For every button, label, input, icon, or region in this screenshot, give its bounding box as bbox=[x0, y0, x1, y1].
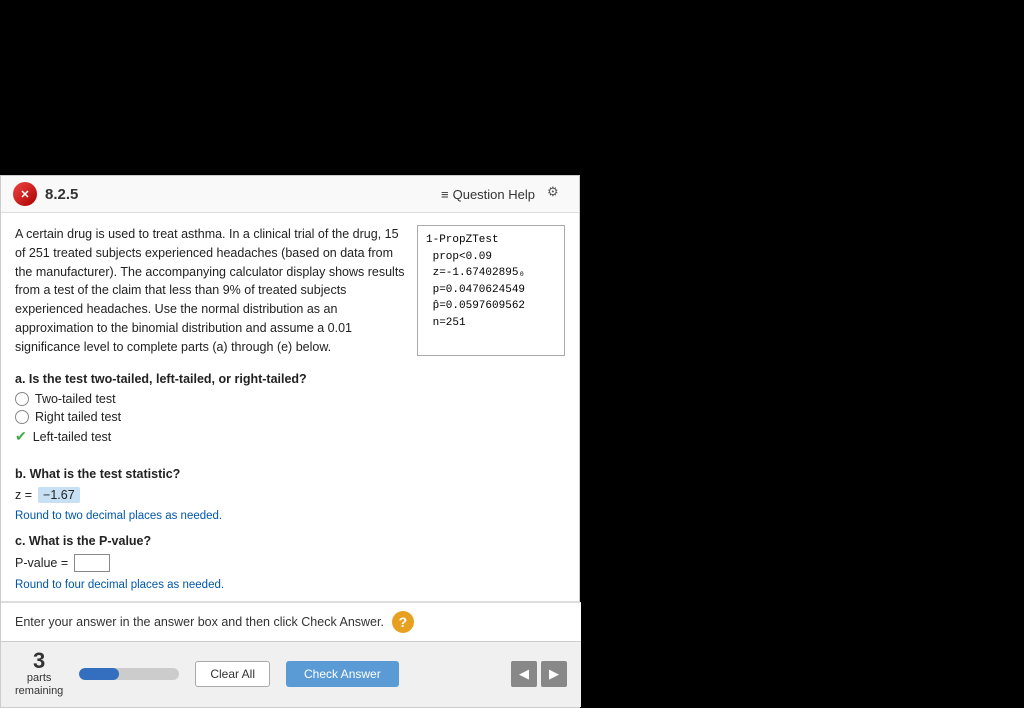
part-b-section: b. What is the test statistic? z = −1.67… bbox=[1, 465, 579, 532]
clear-all-button[interactable]: Clear All bbox=[195, 661, 270, 687]
section-title: 8.2.5 bbox=[45, 186, 78, 203]
check-answer-button[interactable]: Check Answer bbox=[286, 661, 399, 687]
option-two-tailed[interactable]: Two-tailed test bbox=[15, 392, 565, 406]
parts-info: 3 parts remaining bbox=[15, 650, 63, 698]
answer-bar-text: Enter your answer in the answer box and … bbox=[15, 615, 384, 629]
z-prefix: z = bbox=[15, 488, 32, 502]
calculator-display: 1-PropZTest prop<0.09 z=-1.67402895₀ p=0… bbox=[417, 225, 565, 356]
bottom-bar: 3 parts remaining Clear All Check Answer… bbox=[1, 641, 581, 706]
calc-line-6: n=251 bbox=[426, 315, 556, 332]
calc-line-5: p̂=0.0597609562 bbox=[426, 298, 556, 315]
part-b-hint: Round to two decimal places as needed. bbox=[15, 510, 222, 522]
radio-group: Two-tailed test Right tailed test ✔ Left… bbox=[15, 392, 565, 445]
z-value: −1.67 bbox=[38, 487, 80, 503]
calc-line-2: prop<0.09 bbox=[426, 249, 556, 266]
header-left: ✕ 8.2.5 bbox=[13, 182, 78, 206]
pvalue-row: P-value = bbox=[15, 554, 565, 572]
part-c-label: c. What is the P-value? bbox=[15, 534, 565, 548]
answer-bar: Enter your answer in the answer box and … bbox=[1, 602, 581, 641]
nav-prev-button[interactable]: ◀ bbox=[511, 661, 537, 687]
header-bar: ✕ 8.2.5 ≡ Question Help ⚙ bbox=[1, 176, 579, 213]
radio-right-tailed[interactable] bbox=[15, 410, 29, 424]
nav-buttons: ◀ ▶ bbox=[511, 661, 567, 687]
option-right-tailed[interactable]: Right tailed test bbox=[15, 410, 565, 424]
part-c-hint: Round to four decimal places as needed. bbox=[15, 579, 224, 591]
header-right: ≡ Question Help ⚙ bbox=[441, 184, 567, 204]
pvalue-input[interactable] bbox=[74, 554, 110, 572]
nav-next-button[interactable]: ▶ bbox=[541, 661, 567, 687]
part-a-label: a. Is the test two-tailed, left-tailed, … bbox=[15, 372, 565, 386]
help-icon[interactable]: ? bbox=[392, 611, 414, 633]
help-symbol: ? bbox=[399, 614, 408, 630]
calc-line-3: z=-1.67402895₀ bbox=[426, 265, 556, 282]
option-right-tailed-label: Right tailed test bbox=[35, 410, 121, 424]
progress-bar bbox=[79, 668, 179, 680]
calc-line-4: p=0.0470624549 bbox=[426, 282, 556, 299]
gear-icon[interactable]: ⚙ bbox=[547, 184, 567, 204]
parts-number: 3 bbox=[33, 650, 45, 672]
pvalue-prefix: P-value = bbox=[15, 556, 68, 570]
progress-bar-fill bbox=[79, 668, 119, 680]
logo-icon: ✕ bbox=[13, 182, 37, 206]
part-b-label: b. What is the test statistic? bbox=[15, 467, 565, 481]
option-two-tailed-label: Two-tailed test bbox=[35, 392, 116, 406]
option-left-tailed[interactable]: ✔ Left-tailed test bbox=[15, 428, 565, 445]
content-area: A certain drug is used to treat asthma. … bbox=[1, 213, 579, 368]
calc-line-1: 1-PropZTest bbox=[426, 232, 556, 249]
parts-label: parts bbox=[27, 672, 51, 685]
logo-text: ✕ bbox=[20, 188, 29, 201]
menu-icon: ≡ bbox=[441, 187, 449, 202]
remaining-label: remaining bbox=[15, 685, 63, 698]
checkmark-icon: ✔ bbox=[15, 428, 27, 445]
part-c-section: c. What is the P-value? P-value = Round … bbox=[1, 532, 579, 601]
radio-two-tailed[interactable] bbox=[15, 392, 29, 406]
part-a-section: a. Is the test two-tailed, left-tailed, … bbox=[1, 368, 579, 465]
option-left-tailed-label: Left-tailed test bbox=[33, 430, 112, 444]
question-help-label: Question Help bbox=[453, 187, 535, 202]
question-help-button[interactable]: ≡ Question Help bbox=[441, 187, 535, 202]
stat-row: z = −1.67 bbox=[15, 487, 565, 503]
question-text: A certain drug is used to treat asthma. … bbox=[15, 225, 407, 356]
